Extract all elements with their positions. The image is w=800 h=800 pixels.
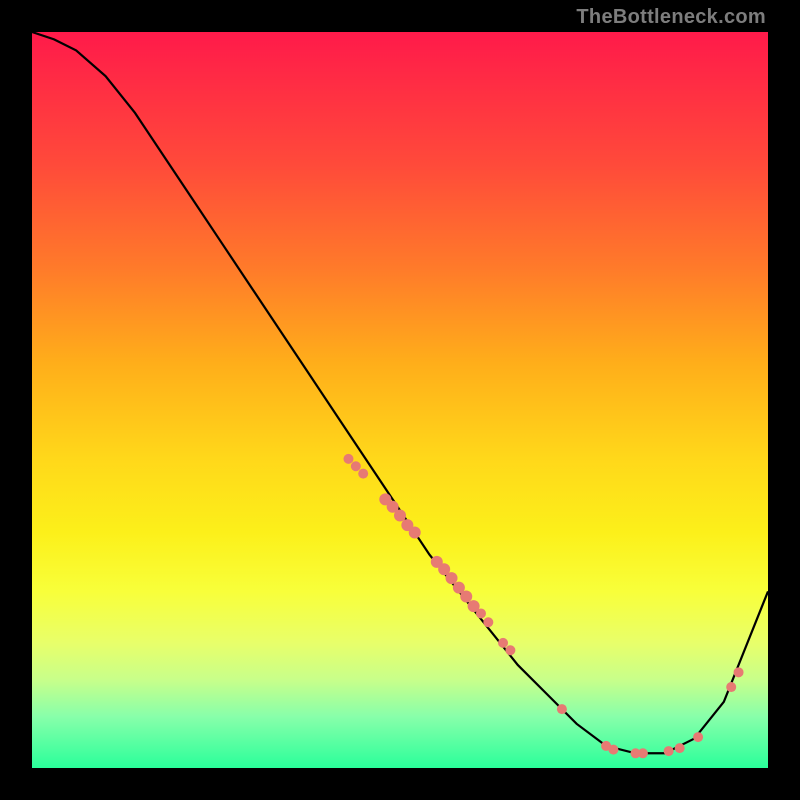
- data-marker: [351, 461, 361, 471]
- data-marker: [409, 526, 421, 538]
- data-marker: [476, 608, 486, 618]
- chart-frame: TheBottleneck.com: [0, 0, 800, 800]
- data-marker: [726, 682, 736, 692]
- data-marker: [343, 454, 353, 464]
- watermark-text: TheBottleneck.com: [576, 6, 766, 29]
- data-marker: [483, 617, 493, 627]
- data-marker: [675, 743, 685, 753]
- data-marker: [460, 591, 472, 603]
- plot-area: [32, 32, 768, 768]
- curve-svg: [32, 32, 768, 768]
- data-marker: [358, 469, 368, 479]
- bottleneck-curve: [32, 32, 768, 753]
- data-marker: [505, 645, 515, 655]
- data-marker: [557, 704, 567, 714]
- data-marker: [734, 667, 744, 677]
- data-marker: [608, 745, 618, 755]
- data-marker: [446, 572, 458, 584]
- data-marker: [638, 748, 648, 758]
- data-marker: [498, 638, 508, 648]
- marker-group: [343, 454, 743, 758]
- data-marker: [693, 732, 703, 742]
- data-marker: [664, 746, 674, 756]
- data-marker: [394, 510, 406, 522]
